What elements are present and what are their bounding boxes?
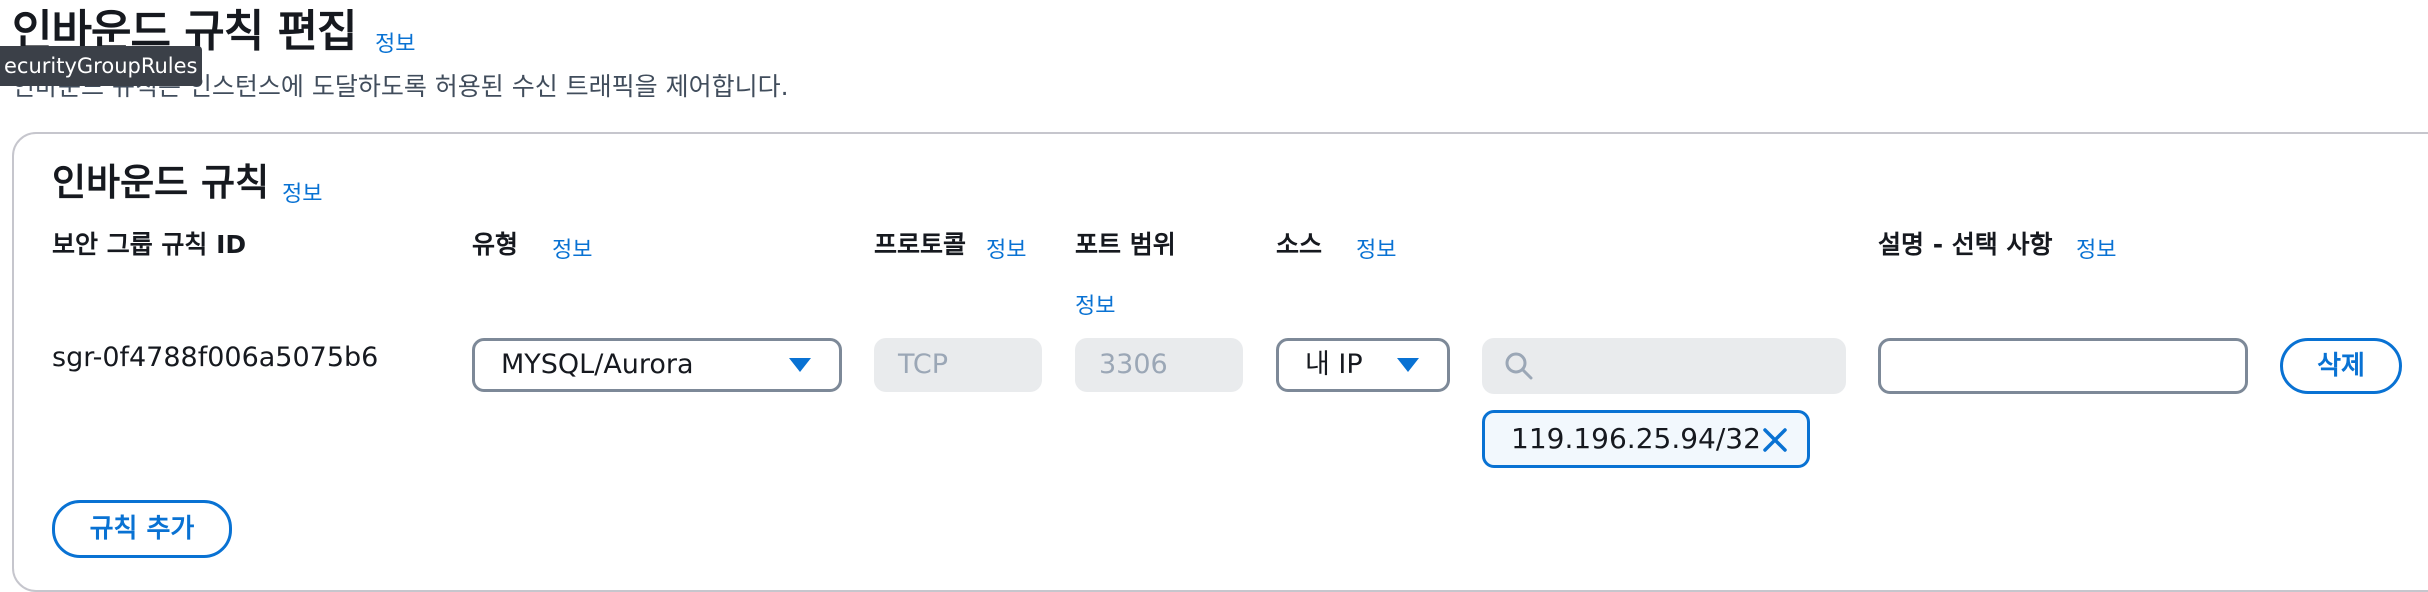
type-info-link[interactable]: 정보	[552, 232, 592, 264]
type-select-value: MYSQL/Aurora	[501, 349, 694, 380]
delete-rule-button[interactable]: 삭제	[2280, 338, 2402, 394]
protocol-info-link[interactable]: 정보	[986, 232, 1026, 264]
source-search-input[interactable]	[1482, 338, 1846, 394]
search-icon	[1505, 352, 1533, 380]
caret-down-icon	[1397, 358, 1419, 372]
type-select[interactable]: MYSQL/Aurora	[472, 338, 842, 392]
source-type-value: 내 IP	[1305, 349, 1363, 380]
caret-down-icon	[789, 358, 811, 372]
port-range-info-link[interactable]: 정보	[1075, 288, 1115, 320]
column-header-source: 소스	[1276, 230, 1323, 259]
description-info-link[interactable]: 정보	[2076, 232, 2116, 264]
column-header-port-range: 포트 범위	[1075, 230, 1176, 259]
security-group-rule-id: sgr-0f4788f006a5075b6	[52, 342, 379, 373]
source-info-link[interactable]: 정보	[1356, 232, 1396, 264]
page-title-info-link[interactable]: 정보	[375, 26, 415, 58]
port-range-field: 3306	[1075, 338, 1243, 392]
source-type-select[interactable]: 내 IP	[1276, 338, 1450, 392]
column-header-type: 유형	[472, 230, 519, 259]
column-header-rule-id: 보안 그룹 규칙 ID	[52, 230, 247, 259]
column-header-description: 설명 - 선택 사항	[1878, 230, 2053, 259]
protocol-field: TCP	[874, 338, 1042, 392]
tooltip: ecurityGroupRules	[0, 46, 202, 86]
add-rule-button[interactable]: 규칙 추가	[52, 500, 232, 558]
column-header-protocol: 프로토콜	[874, 230, 967, 259]
close-icon[interactable]	[1761, 426, 1789, 454]
section-title: 인바운드 규칙	[52, 161, 270, 204]
section-info-link[interactable]: 정보	[282, 176, 322, 208]
cidr-token: 119.196.25.94/32	[1482, 410, 1810, 468]
cidr-token-label: 119.196.25.94/32	[1511, 422, 1761, 455]
description-input[interactable]	[1878, 338, 2248, 394]
